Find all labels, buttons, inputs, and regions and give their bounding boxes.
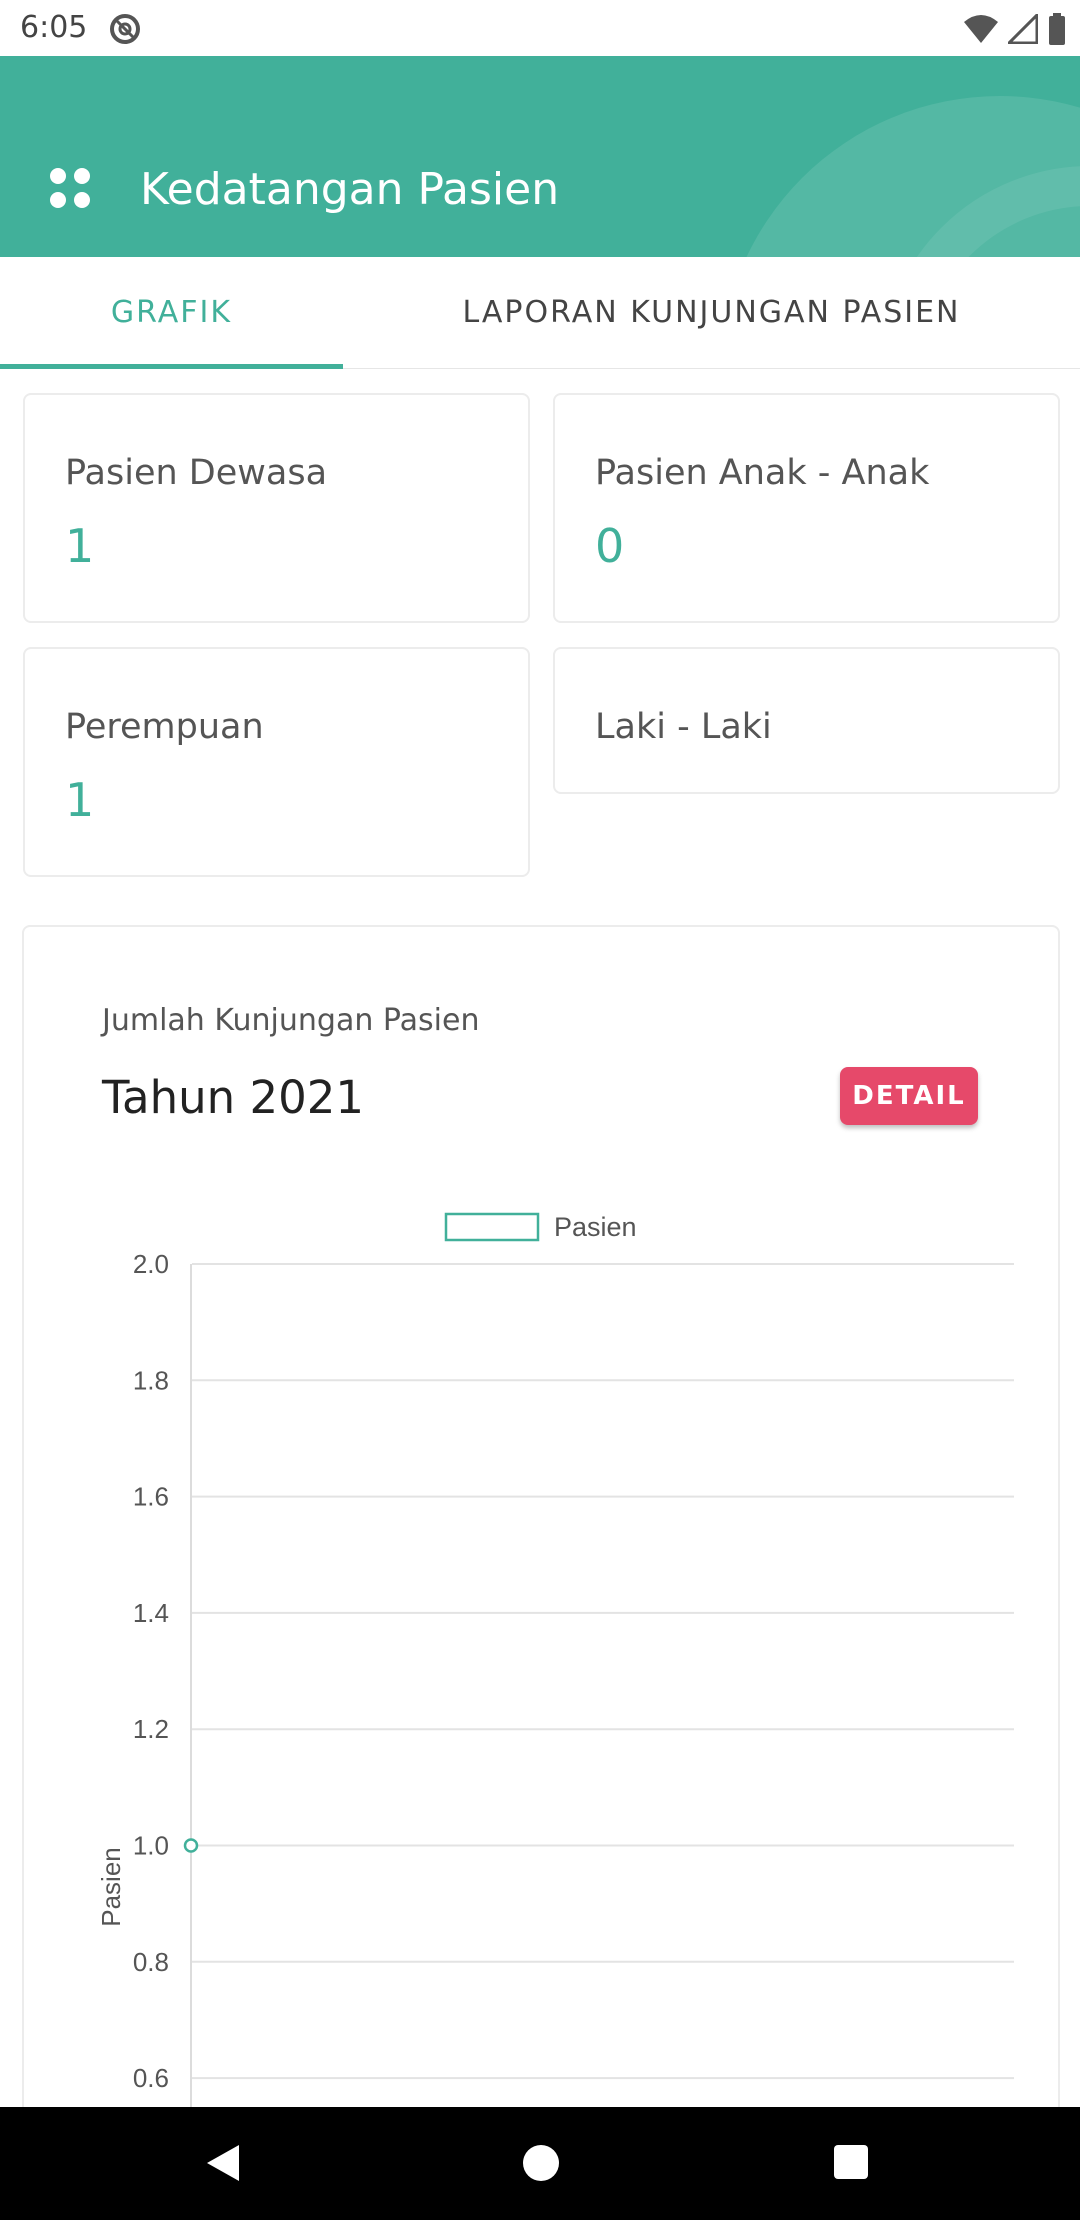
page-title: Kedatangan Pasien [140, 164, 560, 215]
tab-laporan-kunjungan-pasien[interactable]: LAPORAN KUNJUNGAN PASIEN [343, 257, 1080, 369]
app-bar: Kedatangan Pasien [0, 56, 1080, 257]
signal-icon [1008, 14, 1038, 44]
recent-apps-icon[interactable] [834, 2145, 868, 2179]
stat-card-pasien-anak: Pasien Anak - Anak 0 [553, 393, 1060, 623]
y-tick-label: 1.6 [133, 1482, 169, 1512]
stat-value: 0 [595, 519, 625, 573]
stat-card-perempuan: Perempuan 1 [23, 647, 530, 877]
status-icons [964, 12, 1066, 46]
y-tick-label: 0.8 [133, 1947, 169, 1977]
stat-value: 1 [65, 773, 95, 827]
line-chart: Pasien 2.0 1.8 1.6 1.4 1.2 1.0 0.8 0.6 Pasien [96, 1212, 1014, 2220]
stat-card-laki-laki: Laki - Laki [553, 647, 1060, 794]
battery-icon [1049, 13, 1065, 45]
status-time: 6:05 [20, 10, 88, 45]
wifi-icon [964, 15, 998, 43]
system-nav-bar [0, 2107, 1080, 2220]
chart-card: Jumlah Kunjungan Pasien Tahun 2021 DETAI… [22, 925, 1060, 2220]
data-saver-icon [110, 14, 140, 44]
stat-card-pasien-dewasa: Pasien Dewasa 1 [23, 393, 530, 623]
stat-label: Perempuan [65, 707, 264, 747]
active-tab-indicator [0, 364, 343, 369]
stat-label: Pasien Anak - Anak [595, 453, 930, 493]
legend-swatch [444, 1212, 540, 1242]
tab-bar: GRAFIK LAPORAN KUNJUNGAN PASIEN [0, 257, 1080, 369]
stat-label: Laki - Laki [595, 707, 772, 747]
data-point [183, 1838, 199, 1853]
status-bar: 6:05 [0, 0, 1080, 56]
tab-grafik[interactable]: GRAFIK [0, 257, 343, 369]
y-tick-label: 0.6 [133, 2063, 169, 2093]
y-tick-label: 1.8 [133, 1365, 169, 1395]
y-tick-label: 1.0 [133, 1831, 169, 1861]
y-tick-label: 2.0 [133, 1249, 169, 1279]
y-axis-label: Pasien [96, 1847, 126, 1927]
home-icon[interactable] [523, 2145, 559, 2181]
y-tick-label: 1.4 [133, 1598, 169, 1628]
back-icon[interactable] [205, 2143, 241, 2183]
y-tick-label: 1.2 [133, 1714, 169, 1744]
stat-label: Pasien Dewasa [65, 453, 328, 493]
stat-value: 1 [65, 519, 95, 573]
legend-label: Pasien [554, 1212, 637, 1242]
menu-grid-icon[interactable] [46, 164, 94, 212]
